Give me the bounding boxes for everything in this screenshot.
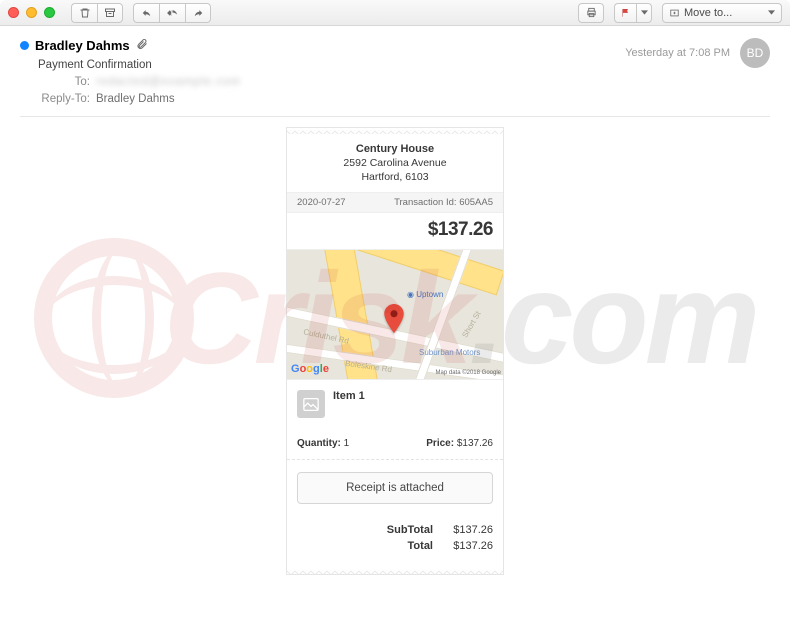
txn-label: Transaction Id: — [394, 197, 456, 208]
map-label-suburban: Suburban Motors — [419, 348, 480, 357]
avatar: BD — [740, 38, 770, 68]
price-value: $137.26 — [457, 438, 493, 449]
message-body: Century House 2592 Carolina Avenue Hartf… — [0, 127, 790, 595]
receipt-attached-label: Receipt is attached — [346, 482, 444, 494]
trash-button[interactable] — [71, 3, 97, 23]
sender-name: Bradley Dahms — [35, 38, 130, 53]
timestamp: Yesterday at 7:08 PM — [625, 47, 730, 59]
to-value: redacted@example.com — [96, 76, 241, 88]
move-to-label: Move to... — [684, 7, 732, 19]
to-label: To: — [38, 74, 90, 91]
receipt-attached-button[interactable]: Receipt is attached — [297, 472, 493, 504]
archive-button[interactable] — [97, 3, 123, 23]
subtotal-value: $137.26 — [441, 522, 493, 538]
reply-all-button[interactable] — [159, 3, 185, 23]
unread-dot-icon — [20, 41, 29, 50]
map-label-uptown: Uptown — [416, 290, 443, 299]
delete-archive-group — [71, 3, 123, 23]
merchant-address2: Hartford, 6103 — [297, 170, 493, 184]
traffic-lights — [8, 7, 55, 18]
total-value: $137.26 — [441, 538, 493, 554]
header-divider — [20, 116, 770, 117]
merchant-address1: 2592 Carolina Avenue — [297, 156, 493, 170]
subject-line: Payment Confirmation — [38, 57, 241, 74]
reply-to-value: Bradley Dahms — [96, 93, 175, 105]
flag-button[interactable] — [614, 3, 636, 23]
qty-value: 1 — [344, 438, 350, 449]
price-label: Price: — [426, 438, 454, 449]
item-name: Item 1 — [333, 390, 365, 402]
message-header: Bradley Dahms Payment Confirmation To: re… — [0, 26, 790, 116]
reply-button[interactable] — [133, 3, 159, 23]
move-to-button[interactable]: Move to... — [662, 3, 782, 23]
qty-label: Quantity: — [297, 438, 341, 449]
merchant-name: Century House — [297, 142, 493, 156]
item-thumbnail-icon — [297, 390, 325, 418]
txn-id: 605AA5 — [459, 197, 493, 208]
receipt-amount: $137.26 — [287, 213, 503, 250]
receipt-bottom-edge — [287, 568, 503, 574]
map-road-short: Short St — [460, 310, 482, 340]
map-pin-icon — [383, 304, 405, 337]
totals: SubTotal $137.26 Total $137.26 — [287, 516, 503, 568]
google-logo: Google — [291, 363, 329, 375]
receipt-date: 2020-07-27 — [297, 197, 346, 208]
close-window-button[interactable] — [8, 7, 19, 18]
line-item: Item 1 Quantity: 1 Price: $137.26 — [287, 380, 503, 460]
map: ◉ Uptown Suburban Motors Culduthel Rd Bo… — [287, 250, 503, 380]
minimize-window-button[interactable] — [26, 7, 37, 18]
reply-to-label: Reply-To: — [38, 91, 90, 108]
receipt: Century House 2592 Carolina Avenue Hartf… — [286, 127, 504, 575]
attachment-icon — [136, 38, 148, 53]
subtotal-label: SubTotal — [387, 522, 433, 538]
reply-group — [133, 3, 211, 23]
total-label: Total — [408, 538, 433, 554]
avatar-initials: BD — [747, 46, 764, 60]
print-button[interactable] — [578, 3, 604, 23]
map-attribution: Map data ©2018 Google — [436, 370, 501, 376]
zoom-window-button[interactable] — [44, 7, 55, 18]
flag-menu-button[interactable] — [636, 3, 652, 23]
forward-button[interactable] — [185, 3, 211, 23]
window-titlebar: Move to... — [0, 0, 790, 26]
